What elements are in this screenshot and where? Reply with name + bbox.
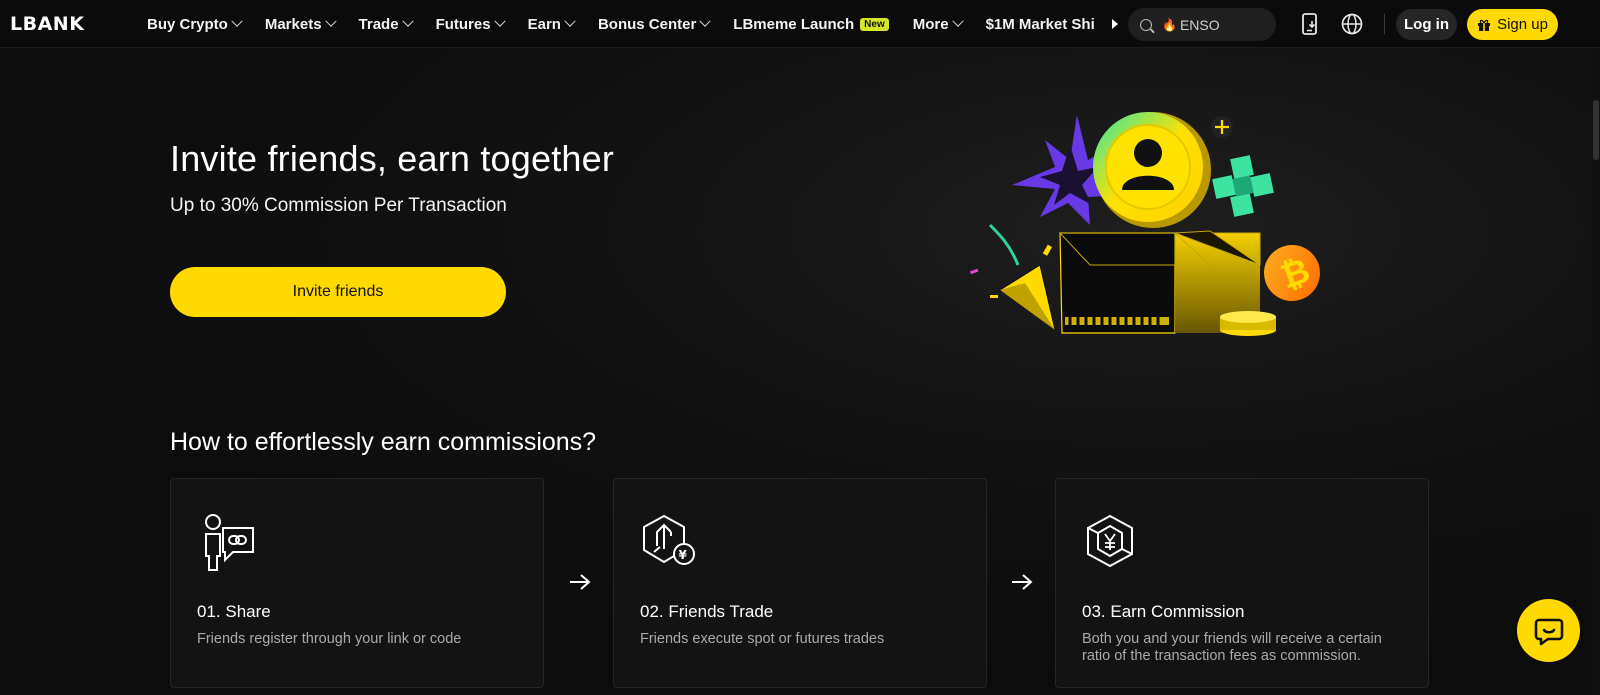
nav-divider [1384,14,1385,34]
nav-item-market-promo[interactable]: $1M Market Shi [986,0,1098,48]
nav-item-trade[interactable]: Trade [358,0,414,48]
nav-item-more[interactable]: More [912,0,964,48]
nav-item-buy-crypto[interactable]: Buy Crypto [147,0,243,48]
chevron-down-icon [564,15,576,27]
step-title: 03. Earn Commission [1082,602,1245,621]
nav-item-label: Buy Crypto [147,15,228,33]
nav-item-label: More [912,15,949,33]
globe-icon[interactable] [1340,12,1364,36]
chevron-down-icon [699,15,711,27]
new-badge: New [860,17,889,31]
step-description: Friends execute spot or futures trades [640,631,885,647]
nav-item-lbmeme-launch[interactable]: LBmeme Launch New [733,0,889,48]
step-card-share: 01. Share Friends register through your … [170,478,544,688]
step-card-friends-trade: ¥ 02. Friends Trade Friends execute spot… [613,478,987,688]
how-section-title: How to effortlessly earn commissions? [170,428,597,456]
logo[interactable]: LBANK [10,13,84,35]
invite-friends-button[interactable]: Invite friends [170,267,506,317]
flame-icon: 🔥 [1162,17,1177,32]
chevron-down-icon [324,15,337,27]
scrollbar-thumb[interactable] [1593,100,1599,160]
scrollbar[interactable] [1592,48,1600,695]
arrow-right-icon [570,574,591,590]
trade-exchange-icon: ¥ [643,514,695,565]
nav-item-label: LBmeme Launch [733,15,855,33]
step-description: Friends register through your link or co… [197,631,462,647]
logo-text: LBANK [10,13,85,35]
commission-yen-icon [1087,514,1133,568]
nav-item-futures[interactable]: Futures [435,0,506,48]
step-card-earn-commission: 03. Earn Commission Both you and your fr… [1055,478,1429,688]
nav-item-label: Futures [435,15,491,33]
support-chat-button[interactable] [1517,599,1580,662]
nav-item-label: $1M Market Shi [985,15,1095,33]
chat-bubble-icon [1534,618,1563,645]
chevron-down-icon [493,15,506,27]
nav-item-label: Markets [264,15,322,33]
nav-item-markets[interactable]: Markets [264,0,337,48]
nav-scroll-right-icon[interactable] [1111,19,1118,29]
signup-button[interactable]: Sign up [1467,9,1558,40]
nav-item-label: Bonus Center [597,15,697,33]
hero-subtitle: Up to 30% Commission Per Transaction [170,195,507,216]
top-navbar: LBANK Buy Crypto Markets Trade Futures E… [0,0,1600,48]
nav-item-label: Trade [358,15,399,33]
page: LBANK Buy Crypto Markets Trade Futures E… [0,0,1600,695]
download-app-icon[interactable] [1298,12,1322,36]
chevron-down-icon [401,15,414,27]
chevron-down-icon [951,15,964,27]
referral-gift-illustration: ₿ [970,112,1320,336]
hero-title: Invite friends, earn together [170,138,615,179]
nav-item-label: Earn [527,15,561,33]
login-button[interactable]: Log in [1396,9,1457,40]
search-box[interactable]: 🔥 [1128,8,1276,41]
svg-text:¥: ¥ [679,548,688,562]
signup-label: Sign up [1497,16,1548,33]
step-title: 01. Share [197,602,271,621]
share-link-icon [205,514,254,571]
step-description: Both you and your friends will receive a… [1082,631,1382,664]
nav-item-earn[interactable]: Earn [527,0,576,48]
nav-menu: Buy Crypto Markets Trade Futures Earn Bo… [147,0,1118,48]
nav-item-bonus-center[interactable]: Bonus Center [597,0,711,48]
chevron-down-icon [231,15,243,27]
arrow-right-icon [1012,574,1033,590]
search-icon [1140,18,1152,31]
gift-icon [1478,19,1491,31]
step-title: 02. Friends Trade [640,602,774,621]
search-input[interactable] [1179,16,1260,33]
